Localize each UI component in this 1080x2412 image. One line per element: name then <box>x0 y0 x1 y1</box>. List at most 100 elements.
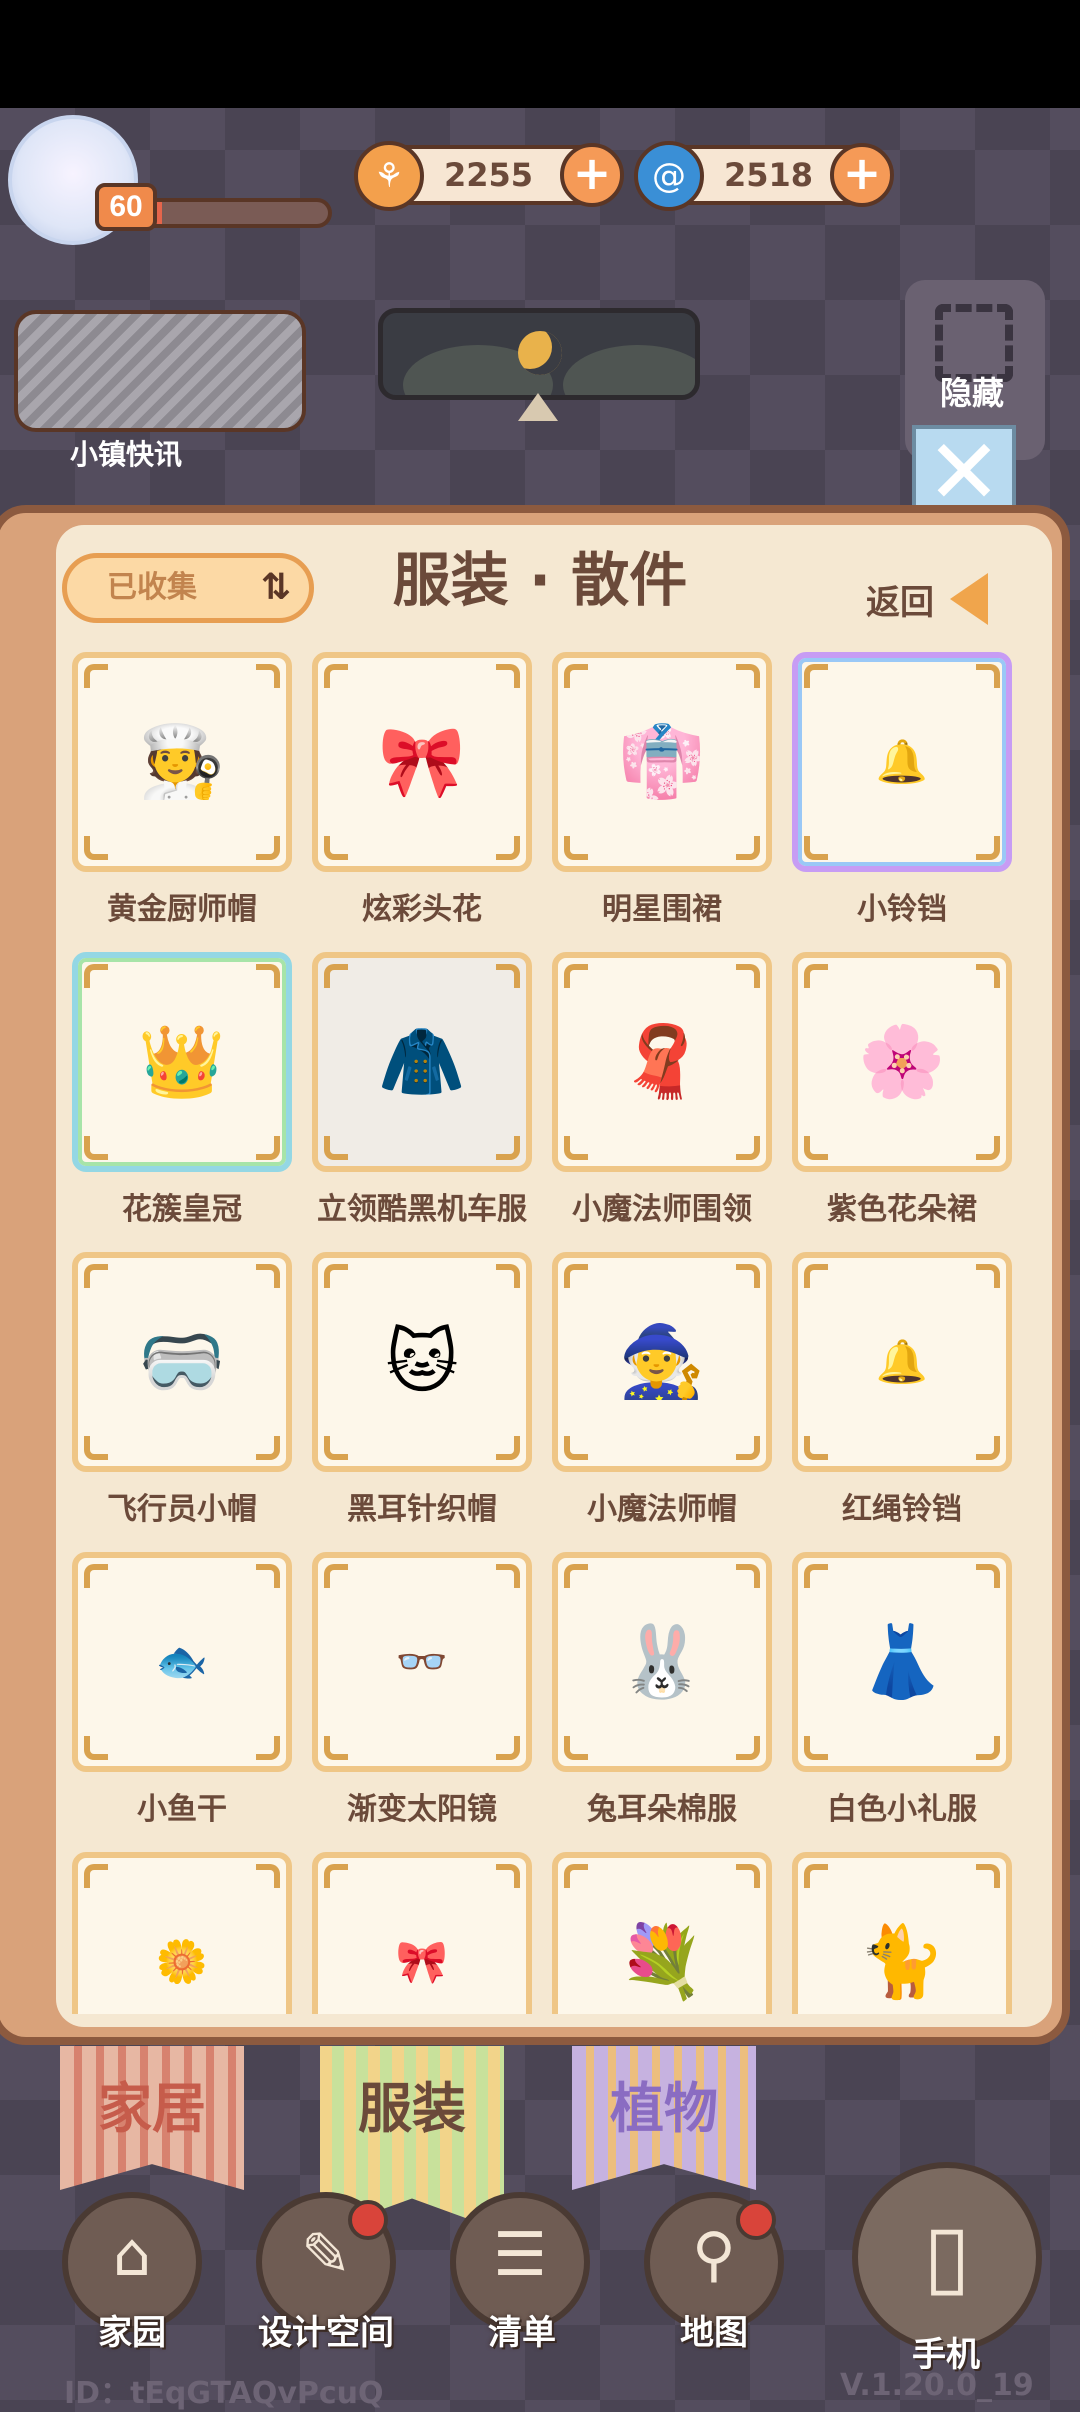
item-cell[interactable]: 🧣 小魔法师围领 <box>552 952 772 1227</box>
card-corner-ornament <box>804 1736 828 1760</box>
card-corner-ornament <box>976 1136 1000 1160</box>
hide-ui-label: 隐藏 <box>940 374 1005 412</box>
tab-home[interactable]: 家居 <box>60 2046 244 2190</box>
xp-bar <box>140 198 332 228</box>
item-cell[interactable]: 🧙 小魔法师帽 <box>552 1252 772 1527</box>
back-arrow-icon[interactable] <box>950 573 988 625</box>
bow-tie-icon: 🎀 <box>395 1937 449 1986</box>
level-badge: 60 <box>95 183 157 231</box>
hill-shape <box>563 345 695 395</box>
item-cell[interactable]: 🧥 立领酷黑机车服 <box>312 952 532 1227</box>
nav-map-label: 地图 <box>680 2313 748 2353</box>
card-corner-ornament <box>256 1136 280 1160</box>
card-corner-ornament <box>564 1264 588 1288</box>
item-card[interactable]: 🐰 <box>552 1552 772 1772</box>
card-corner-ornament <box>976 1864 1000 1888</box>
item-card[interactable]: 💐 <box>552 1852 772 2014</box>
item-cell[interactable]: 👘 明星围裙 <box>552 652 772 927</box>
sort-collected-label: 已收集 <box>107 570 197 605</box>
jacket-icon: 🧥 <box>378 1020 466 1103</box>
nav-list-label: 清单 <box>488 2313 556 2353</box>
card-corner-ornament <box>976 1264 1000 1288</box>
item-card[interactable]: 👗 <box>792 1552 1012 1772</box>
item-cell[interactable]: 🔔 小铃铛 <box>792 652 1012 927</box>
item-card[interactable]: 🌸 <box>792 952 1012 1172</box>
card-corner-ornament <box>976 836 1000 860</box>
phone-icon: ▯ <box>923 2206 971 2306</box>
card-corner-ornament <box>84 664 108 688</box>
item-cell[interactable]: 🥽 飞行员小帽 <box>72 1252 292 1527</box>
item-card[interactable]: 🔔 <box>792 652 1012 872</box>
card-corner-ornament <box>256 1564 280 1588</box>
item-card[interactable]: 🥽 <box>72 1252 292 1472</box>
card-corner-ornament <box>804 1564 828 1588</box>
knit-hat-icon: 🐱 <box>385 1321 459 1403</box>
item-card[interactable]: 🐈 <box>792 1852 1012 2014</box>
card-corner-ornament <box>84 1736 108 1760</box>
item-name: 小鱼干 <box>137 1792 227 1827</box>
phone-button[interactable]: ▯ <box>852 2162 1042 2352</box>
item-card[interactable]: 👑 <box>72 952 292 1172</box>
item-cell[interactable]: 🐟 小鱼干 <box>72 1552 292 1827</box>
item-name: 兔耳朵棉服 <box>587 1792 737 1827</box>
item-cell[interactable]: 🐈 <box>792 1852 1012 2014</box>
add-coins-button[interactable]: + <box>560 143 624 207</box>
item-card[interactable]: 🧣 <box>552 952 772 1172</box>
item-cell[interactable]: 🔔 红绳铃铛 <box>792 1252 1012 1527</box>
item-cell[interactable]: 👗 白色小礼服 <box>792 1552 1012 1827</box>
chef-hat-icon: 🧑‍🍳 <box>138 720 226 803</box>
card-corner-ornament <box>84 1136 108 1160</box>
card-corner-ornament <box>564 1436 588 1460</box>
bell-icon: 🔔 <box>875 737 929 786</box>
item-cell[interactable]: 👓 渐变太阳镜 <box>312 1552 532 1827</box>
item-name: 立领酷黑机车服 <box>317 1192 527 1227</box>
item-card[interactable]: 🔔 <box>792 1252 1012 1472</box>
town-news-button[interactable] <box>14 310 306 432</box>
item-name: 小铃铛 <box>857 892 947 927</box>
item-card[interactable]: 🌼 <box>72 1852 292 2014</box>
sort-icon: ⇅ <box>260 567 291 608</box>
item-cell[interactable]: 🎀 炫彩头花 <box>312 652 532 927</box>
card-corner-ornament <box>736 664 760 688</box>
item-card[interactable]: 🎀 <box>312 1852 532 2014</box>
add-gems-button[interactable]: + <box>830 143 894 207</box>
item-cell[interactable]: 👑 花簇皇冠 <box>72 952 292 1227</box>
flower-skirt-icon: 🌸 <box>858 1020 946 1103</box>
tab-plants[interactable]: 植物 <box>572 2046 756 2190</box>
item-cell[interactable]: 🌸 紫色花朵裙 <box>792 952 1012 1227</box>
item-name: 红绳铃铛 <box>842 1492 962 1527</box>
card-corner-ornament <box>84 964 108 988</box>
item-card[interactable]: 🐱 <box>312 1252 532 1472</box>
item-card[interactable]: 🧥 <box>312 952 532 1172</box>
day-night-indicator[interactable] <box>378 308 700 400</box>
card-corner-ornament <box>564 964 588 988</box>
item-cell[interactable]: 🐱 黑耳针织帽 <box>312 1252 532 1527</box>
back-button[interactable]: 返回 <box>866 575 934 624</box>
card-corner-ornament <box>256 964 280 988</box>
item-card[interactable]: 🐟 <box>72 1552 292 1772</box>
card-corner-ornament <box>736 1564 760 1588</box>
item-cell[interactable]: 🌼 <box>72 1852 292 2014</box>
item-card[interactable]: 🎀 <box>312 652 532 872</box>
item-cell[interactable]: 🧑‍🍳 黄金厨师帽 <box>72 652 292 927</box>
item-name: 渐变太阳镜 <box>347 1792 497 1827</box>
tab-clothing-label: 服装 <box>358 2077 466 2140</box>
item-card[interactable]: 🧙 <box>552 1252 772 1472</box>
collar-icon: 🧣 <box>618 1020 706 1103</box>
card-corner-ornament <box>256 836 280 860</box>
time-pointer-icon <box>518 393 558 421</box>
item-card[interactable]: 👘 <box>552 652 772 872</box>
card-corner-ornament <box>256 1736 280 1760</box>
card-corner-ornament <box>976 1564 1000 1588</box>
item-cell[interactable]: 🎀 <box>312 1852 532 2014</box>
item-cell[interactable]: 🐰 兔耳朵棉服 <box>552 1552 772 1827</box>
item-card[interactable]: 🧑‍🍳 <box>72 652 292 872</box>
version-label: V.1.20.0_19 <box>840 2368 1034 2403</box>
white-dress-icon: 👗 <box>858 1620 946 1703</box>
card-corner-ornament <box>496 664 520 688</box>
sort-collected-button[interactable]: 已收集 ⇅ <box>62 553 314 623</box>
item-card[interactable]: 👓 <box>312 1552 532 1772</box>
item-cell[interactable]: 💐 <box>552 1852 772 2014</box>
status-bar <box>0 0 1080 108</box>
panel-title: 服装 · 散件 <box>392 546 688 614</box>
